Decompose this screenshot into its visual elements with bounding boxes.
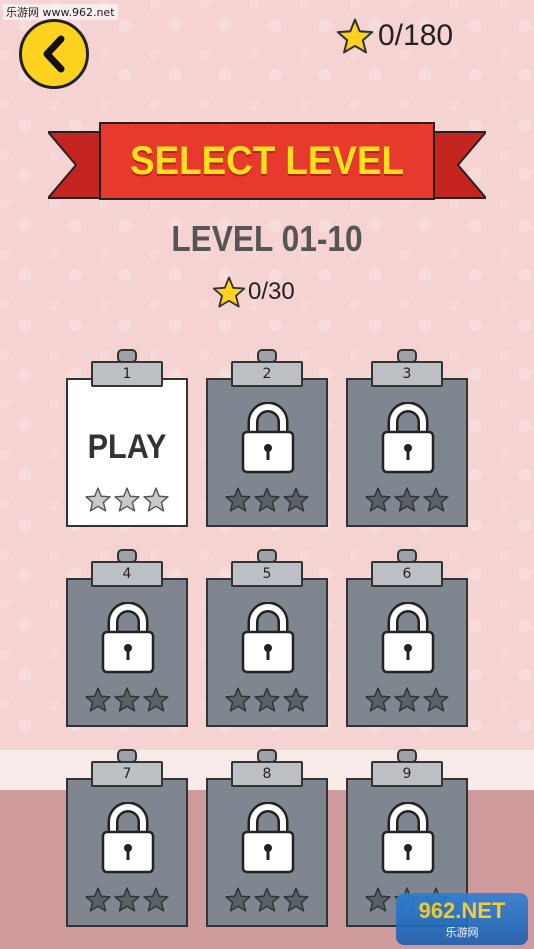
total-stars-counter: 0/180 bbox=[336, 18, 453, 54]
lock-icon bbox=[241, 402, 295, 474]
level-number: 4 bbox=[91, 561, 163, 587]
back-button[interactable] bbox=[19, 19, 89, 89]
empty-star-icon bbox=[225, 887, 251, 912]
level-stars bbox=[85, 887, 169, 912]
level-stars bbox=[85, 487, 169, 512]
level-number: 3 bbox=[371, 361, 443, 387]
level-number: 6 bbox=[371, 561, 443, 587]
level-card-2[interactable]: 2 bbox=[206, 349, 328, 527]
lock-icon bbox=[241, 802, 295, 874]
level-board bbox=[206, 578, 328, 727]
empty-star-icon bbox=[283, 887, 309, 912]
empty-star-icon bbox=[394, 487, 420, 512]
level-range-stars-text: 0/30 bbox=[248, 278, 295, 305]
empty-star-icon bbox=[85, 887, 111, 912]
empty-star-icon bbox=[365, 687, 391, 712]
lock-icon bbox=[101, 602, 155, 674]
level-card-4[interactable]: 4 bbox=[66, 549, 188, 727]
level-stars bbox=[225, 487, 309, 512]
level-board bbox=[206, 778, 328, 927]
empty-star-icon bbox=[283, 687, 309, 712]
level-range-stars: 0/30 bbox=[212, 276, 295, 308]
empty-star-icon bbox=[365, 487, 391, 512]
empty-star-icon bbox=[283, 487, 309, 512]
empty-star-icon bbox=[114, 687, 140, 712]
level-number: 7 bbox=[91, 761, 163, 787]
level-board bbox=[346, 578, 468, 727]
chevron-left-icon bbox=[43, 35, 65, 73]
level-stars bbox=[365, 487, 449, 512]
level-board bbox=[206, 378, 328, 527]
empty-star-icon bbox=[254, 687, 280, 712]
level-card-7[interactable]: 7 bbox=[66, 749, 188, 927]
page-title: SELECT LEVEL bbox=[130, 138, 404, 183]
level-range-title: LEVEL 01-10 bbox=[171, 218, 363, 259]
level-card-8[interactable]: 8 bbox=[206, 749, 328, 927]
star-icon bbox=[336, 18, 374, 54]
site-watermark: 乐游网 www.962.net bbox=[3, 4, 118, 20]
empty-star-icon bbox=[114, 487, 140, 512]
level-stars bbox=[85, 687, 169, 712]
level-number: 5 bbox=[231, 561, 303, 587]
level-card-1[interactable]: 1 PLAY bbox=[66, 349, 188, 527]
empty-star-icon bbox=[365, 887, 391, 912]
watermark-brand: 962.NET bbox=[418, 898, 506, 923]
empty-star-icon bbox=[85, 687, 111, 712]
level-board bbox=[66, 578, 188, 727]
empty-star-icon bbox=[143, 487, 169, 512]
watermark-sub: 乐游网 bbox=[445, 926, 479, 939]
level-number: 1 bbox=[91, 361, 163, 387]
empty-star-icon bbox=[225, 487, 251, 512]
brand-watermark: 962.NET 乐游网 bbox=[396, 893, 528, 945]
level-stars bbox=[225, 887, 309, 912]
empty-star-icon bbox=[225, 687, 251, 712]
lock-icon bbox=[381, 402, 435, 474]
empty-star-icon bbox=[394, 687, 420, 712]
level-number: 2 bbox=[231, 361, 303, 387]
level-card-5[interactable]: 5 bbox=[206, 549, 328, 727]
play-label: PLAY bbox=[87, 428, 167, 466]
level-number: 9 bbox=[371, 761, 443, 787]
empty-star-icon bbox=[254, 887, 280, 912]
empty-star-icon bbox=[423, 687, 449, 712]
level-number: 8 bbox=[231, 761, 303, 787]
level-stars bbox=[225, 687, 309, 712]
level-board bbox=[346, 378, 468, 527]
empty-star-icon bbox=[143, 887, 169, 912]
empty-star-icon bbox=[143, 687, 169, 712]
level-card-6[interactable]: 6 bbox=[346, 549, 468, 727]
lock-icon bbox=[241, 602, 295, 674]
level-card-3[interactable]: 3 bbox=[346, 349, 468, 527]
level-board bbox=[66, 778, 188, 927]
level-board: PLAY bbox=[66, 378, 188, 527]
lock-icon bbox=[381, 802, 435, 874]
empty-star-icon bbox=[114, 887, 140, 912]
empty-star-icon bbox=[423, 487, 449, 512]
empty-star-icon bbox=[254, 487, 280, 512]
total-stars-text: 0/180 bbox=[378, 19, 454, 52]
star-icon bbox=[212, 276, 246, 308]
level-stars bbox=[365, 687, 449, 712]
lock-icon bbox=[381, 602, 435, 674]
lock-icon bbox=[101, 802, 155, 874]
empty-star-icon bbox=[85, 487, 111, 512]
